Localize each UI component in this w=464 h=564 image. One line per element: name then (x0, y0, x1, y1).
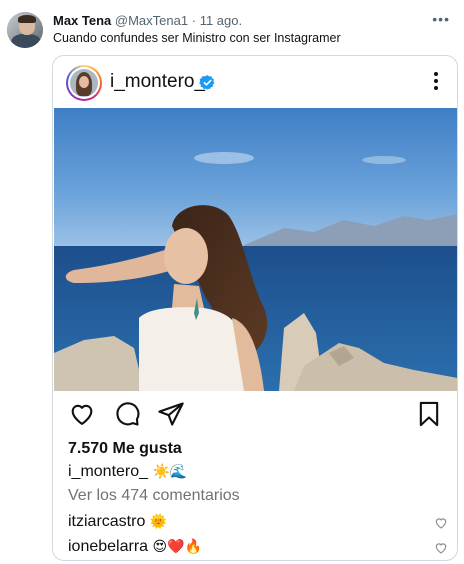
comment-user: itziarcastro (68, 513, 146, 530)
comment-row: itziarcastro 🌞 (68, 513, 448, 531)
tweet-header: Max Tena @MaxTena1 · 11 ago. (53, 13, 242, 28)
more-horizontal-icon[interactable]: ••• (432, 11, 450, 27)
author-avatar[interactable] (7, 12, 43, 48)
caption-user: i_montero_ (68, 463, 149, 480)
tweet-text: Cuando confundes ser Ministro con ser In… (53, 31, 341, 45)
bookmark-icon[interactable] (415, 400, 443, 428)
post-caption: i_montero_ ☀️🌊 (68, 463, 187, 481)
comment-icon[interactable] (113, 400, 141, 428)
embedded-instagram-screenshot[interactable]: i_montero_ 7.570 Me gusta i_montero_ ☀️🌊… (52, 55, 458, 561)
comment-emojis: 🌞 (149, 514, 168, 530)
likes-count: 7.570 Me gusta (68, 440, 182, 457)
instagram-username: i_montero_ (110, 71, 206, 92)
share-icon[interactable] (157, 400, 185, 428)
author-handle[interactable]: @MaxTena1 (115, 13, 188, 28)
caption-emojis: ☀️🌊 (152, 464, 188, 480)
tweet[interactable]: Max Tena @MaxTena1 · 11 ago. ••• Cuando … (0, 0, 464, 564)
separator-dot: · (191, 13, 197, 28)
comment-heart-icon (435, 543, 447, 554)
view-comments-link: Ver los 474 comentarios (68, 487, 240, 504)
comment-emojis: 😍❤️🔥 (152, 539, 202, 555)
comment-user: ionebelarra (68, 538, 149, 555)
tweet-date[interactable]: 11 ago. (200, 13, 242, 28)
heart-icon[interactable] (68, 400, 96, 428)
post-actions (53, 396, 457, 432)
comment-heart-icon (435, 518, 447, 529)
more-vertical-icon (433, 70, 439, 92)
author-name[interactable]: Max Tena (53, 13, 111, 28)
comment-row: ionebelarra 😍❤️🔥 (68, 538, 448, 556)
instagram-avatar (66, 65, 102, 101)
post-photo (54, 108, 457, 391)
verified-badge-icon (199, 75, 215, 90)
